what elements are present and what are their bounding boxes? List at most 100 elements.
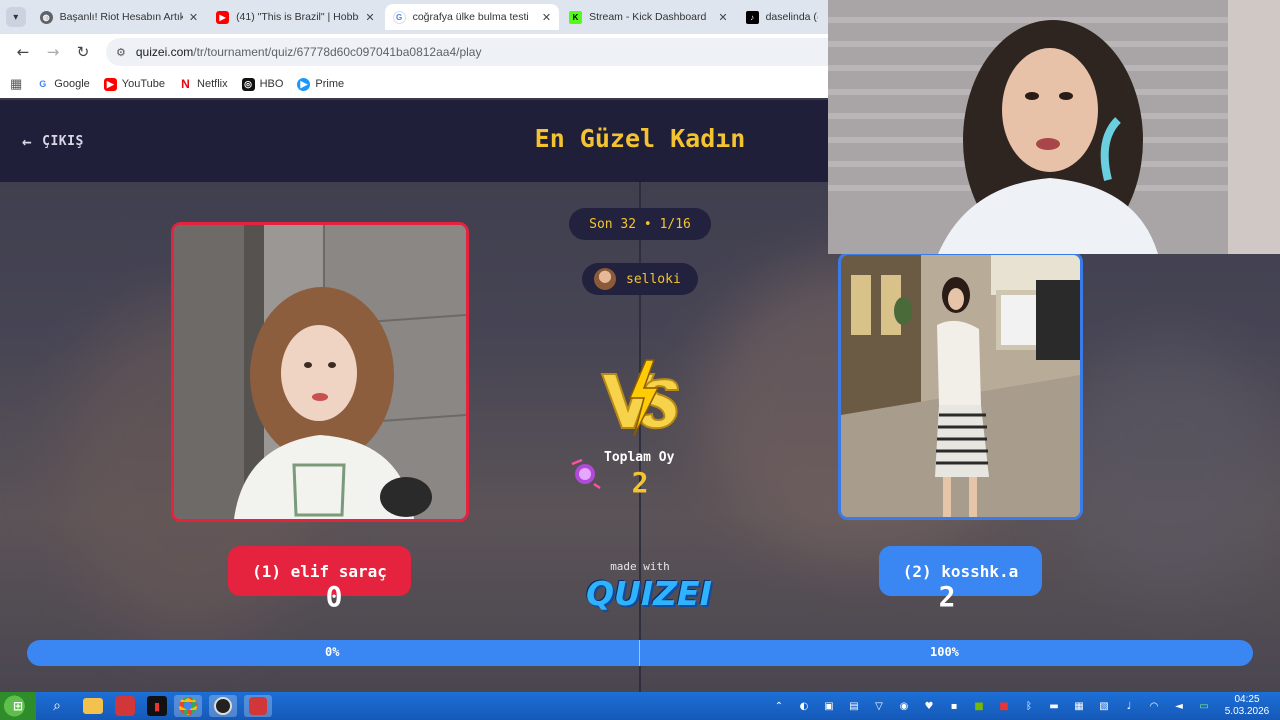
tab-label: Stream - Kick Dashboard [589, 11, 707, 23]
bookmarks-bar: ▦ G Google ▶ YouTube N Netflix ◎ HBO ▶ P… [0, 70, 828, 98]
total-votes-label: Toplam Oy [604, 450, 675, 465]
contestant-left-card[interactable] [171, 222, 469, 522]
google-icon: G [392, 10, 406, 24]
total-votes-value: 2 [631, 466, 649, 499]
app-icon[interactable]: ▮ [147, 696, 167, 716]
tray-app-icon[interactable]: ▽ [871, 699, 887, 713]
left-percent: 0% [325, 645, 340, 659]
site-info-icon[interactable]: ⚙ [116, 46, 126, 59]
progress-divider [639, 640, 640, 666]
globe-icon: ◍ [39, 10, 53, 24]
tray-app-icon[interactable]: ▤ [846, 699, 862, 713]
contestant-right-votes: 2 [938, 580, 956, 613]
bluetooth-icon[interactable]: ᛒ [1021, 699, 1037, 713]
microphone-icon[interactable]: ♩ [1121, 699, 1137, 713]
youtube-icon: ▶ [103, 77, 117, 91]
tray-app-icon[interactable]: ▬ [1046, 699, 1062, 713]
bookmark-label: YouTube [121, 78, 166, 90]
bookmark-youtube[interactable]: ▶ YouTube [103, 77, 166, 91]
start-button[interactable]: ⊞ [0, 692, 36, 720]
chevron-up-icon[interactable]: ⌃ [771, 699, 787, 713]
username: selloki [626, 271, 681, 287]
youtube-icon: ▶ [216, 10, 230, 24]
system-tray: ⌃ ◐ ▣ ▤ ▽ ◉ ♥ ▪ ■ ■ ᛒ ▬ ▦ ▧ ♩ ◠ ◄ ▭ 04:2… [762, 692, 1280, 720]
obs-icon[interactable] [209, 695, 237, 717]
clock[interactable]: 04:25 5.03.2026 [1222, 694, 1272, 718]
ballot-icon [571, 458, 601, 490]
bookmark-hbo[interactable]: ◎ HBO [241, 77, 284, 91]
bookmark-label: Google [54, 78, 90, 90]
tray-app-icon[interactable]: ▦ [1071, 699, 1087, 713]
user-badge[interactable]: selloki [582, 263, 698, 295]
browser-tab-tiktok[interactable]: ♪ daselinda (@ [738, 4, 826, 30]
webcam-overlay [828, 0, 1280, 254]
tab-search-chevron-icon[interactable]: ▾ [6, 7, 26, 27]
avatar [594, 268, 616, 290]
bookmark-label: Netflix [197, 78, 228, 90]
browser-tab-riot[interactable]: ◍ Başanlı! Riot Hesabın Artık ✕ [32, 4, 207, 30]
back-icon[interactable]: ← [10, 39, 36, 65]
contestant-right-card[interactable] [838, 252, 1083, 520]
tray-app-icon[interactable]: ■ [996, 699, 1012, 713]
bookmark-prime[interactable]: ▶ Prime [297, 77, 345, 91]
taskbar: ⊞ ⌕ ▮ ⌃ ◐ ▣ ▤ ▽ ◉ ♥ ▪ ■ ■ ᛒ ▬ ▦ ▧ ♩ ◠ ◄ … [0, 692, 1280, 720]
tiktok-icon: ♪ [745, 10, 759, 24]
volume-icon[interactable]: ◄ [1171, 699, 1187, 713]
reload-icon[interactable]: ↻ [70, 39, 96, 65]
tray-app-icon[interactable]: ▪ [946, 699, 962, 713]
url-host: quizei.com [135, 45, 194, 59]
url-path: /tr/tournament/quiz/67778d60c097041ba081… [193, 45, 482, 59]
forward-icon[interactable]: → [40, 39, 66, 65]
contestant-left-votes: 0 [325, 580, 343, 613]
tray-app-icon[interactable]: ♥ [921, 699, 937, 713]
wifi-icon[interactable]: ◠ [1146, 699, 1162, 713]
search-icon[interactable]: ⌕ [43, 695, 71, 717]
apps-grid-icon[interactable]: ▦ [10, 76, 22, 92]
tray-app-icon[interactable]: ▧ [1096, 699, 1112, 713]
bookmark-label: HBO [259, 78, 284, 90]
vs-icon [600, 359, 680, 437]
background-blur [1060, 340, 1280, 600]
vote-progress-bar: 0% 100% [27, 640, 1253, 666]
prime-icon: ▶ [297, 77, 311, 91]
kick-icon: K [569, 10, 583, 24]
tab-label: daselinda (@ [765, 11, 818, 23]
close-icon[interactable]: ✕ [365, 11, 374, 24]
bookmark-netflix[interactable]: N Netflix [179, 77, 228, 91]
tray-app-icon[interactable]: ◐ [796, 699, 812, 713]
bookmark-google[interactable]: G Google [36, 78, 90, 91]
nvidia-icon[interactable]: ■ [971, 699, 987, 713]
google-icon: G [39, 79, 47, 89]
clock-date: 5.03.2026 [1224, 706, 1270, 717]
close-icon[interactable]: ✕ [542, 11, 551, 24]
clock-time: 04:25 [1234, 694, 1260, 705]
browser-tab-google[interactable]: G coğrafya ülke bulma testi ✕ [384, 4, 560, 30]
screen: ▾ ◍ Başanlı! Riot Hesabın Artık ✕ ▶ (41)… [0, 0, 1280, 720]
browser-toolbar: ← → ↻ ⚙ quizei.com/tr/tournament/quiz/67… [0, 34, 828, 70]
hbo-icon: ◎ [241, 77, 255, 91]
right-percent: 100% [930, 645, 959, 659]
tray-app-icon[interactable]: ▣ [821, 699, 837, 713]
folder-icon[interactable] [83, 698, 103, 714]
close-icon[interactable]: ✕ [189, 11, 198, 24]
address-bar[interactable]: ⚙ quizei.com/tr/tournament/quiz/67778d60… [106, 38, 828, 66]
battery-icon[interactable]: ▭ [1196, 699, 1212, 713]
tab-label: (41) "This is Brazil" | Hobbs [236, 11, 360, 23]
netflix-icon: N [181, 77, 190, 91]
tab-label: coğrafya ülke bulma testi [412, 11, 529, 23]
browser-tab-youtube[interactable]: ▶ (41) "This is Brazil" | Hobbs ✕ [208, 4, 383, 30]
bookmark-label: Prime [315, 78, 345, 90]
tab-label: Başanlı! Riot Hesabın Artık [59, 11, 183, 23]
chrome-icon[interactable] [174, 695, 202, 717]
riot-client-icon[interactable] [244, 695, 272, 717]
tray-app-icon[interactable]: ◉ [896, 699, 912, 713]
browser-tab-bar: ▾ ◍ Başanlı! Riot Hesabın Artık ✕ ▶ (41)… [0, 0, 828, 34]
round-badge: Son 32 • 1/16 [569, 208, 711, 240]
riot-icon[interactable] [115, 696, 135, 716]
quizei-logo[interactable]: QUIZEI [586, 574, 712, 613]
browser-tab-kick[interactable]: K Stream - Kick Dashboard ✕ [561, 4, 736, 30]
close-icon[interactable]: ✕ [718, 11, 727, 24]
made-with-label: made with [610, 560, 670, 573]
contestant-left-photo [174, 225, 466, 519]
contestant-right-photo [841, 255, 1080, 517]
